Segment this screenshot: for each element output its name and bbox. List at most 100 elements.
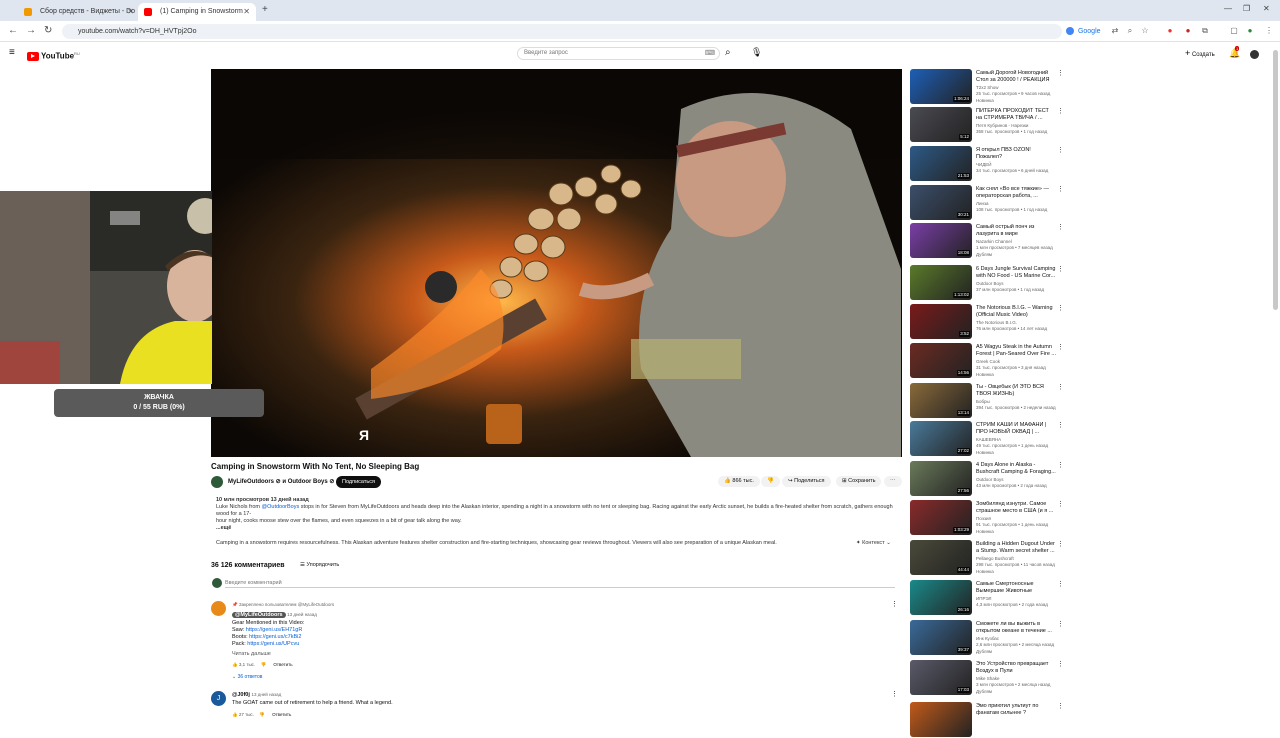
reply-button[interactable]: Ответить [273,662,292,667]
sort-comments-button[interactable]: ☰ Упорядочить [300,561,339,569]
dislike-button[interactable]: 👎 [761,476,780,487]
more-options-icon[interactable]: ⋮ [1057,462,1064,469]
show-more-link[interactable]: ...ещё [216,525,902,532]
more-options-icon[interactable]: ⋮ [1057,266,1064,273]
more-actions-button[interactable]: ⋯ [884,476,902,487]
video-thumbnail[interactable]: 3:52 [910,304,972,339]
reload-icon[interactable]: ↻ [44,25,52,37]
video-title[interactable]: ПИТЕРКА ПРОХОДИТ ТЕСТ на СТРИМЕРА ТВИЧА … [976,108,1056,122]
recommended-video[interactable]: 21:53 Я открыл ПВЗ OZON! Пожалел? ЧИДЕЙ 34 … [910,146,1064,182]
more-options-icon[interactable]: ⋮ [1057,384,1064,391]
account-avatar[interactable] [1250,50,1259,59]
video-thumbnail[interactable]: 44:44 [910,540,972,575]
video-title[interactable]: Сможете ли вы выжить в открытом океане в… [976,621,1056,635]
tab-youtube[interactable]: (1) Camping in Snowstorm ✕ [138,3,256,21]
more-options-icon[interactable]: ⋮ [1057,186,1064,193]
video-thumbnail[interactable]: 5:12 [910,107,972,142]
video-title[interactable]: Building a Hidden Dugout Under a Stump. … [976,541,1056,555]
recommended-video[interactable]: 1:03:29 Зомбилянд изнутри. Самое страшное… [910,500,1064,536]
video-thumbnail[interactable]: 14:56 [910,343,972,378]
commenter-avatar[interactable]: J [211,691,226,706]
recommended-video[interactable]: Эмо приютил ультиут по фанатам сильнее ?… [910,702,1064,738]
minimize-icon[interactable]: — [1224,4,1232,13]
video-thumbnail[interactable]: 27:02 [910,421,972,456]
share-button[interactable]: ↪ Поделиться [782,476,831,487]
recommended-video[interactable]: 18:08 Самый острый понч из лазурита в мир… [910,223,1064,259]
close-icon[interactable]: ✕ [127,3,134,21]
video-title[interactable]: Самый острый понч из лазурита в мире [976,224,1056,238]
video-title[interactable]: The Notorious B.I.G. – Warning (Official… [976,305,1056,319]
video-title[interactable]: Эмо приютил ультиут по фанатам сильнее ? [976,703,1056,717]
video-title[interactable]: СТРИМ КАШИ И МАФАНИ | ПРО НОВЫЙ ОКВАД | … [976,422,1056,436]
replies-toggle[interactable]: ⌄ 36 ответов [232,674,262,681]
comment-menu-icon[interactable]: ⋮ [891,600,898,608]
more-options-icon[interactable]: ⋮ [1057,541,1064,548]
thumbs-down-icon[interactable]: 👎 [259,712,265,717]
new-tab-icon[interactable]: + [262,4,268,15]
add-comment-input[interactable]: Введите комментарий [225,580,895,588]
more-options-icon[interactable]: ⋮ [1057,422,1064,429]
back-icon[interactable]: ← [8,25,18,37]
search-icon[interactable]: ⌕ [725,47,731,58]
more-options-icon[interactable]: ⋮ [1057,108,1064,115]
close-icon[interactable]: ✕ [243,3,250,21]
video-thumbnail[interactable]: 18:08 [910,223,972,258]
channel-avatar[interactable] [211,476,223,488]
channel-name[interactable]: MyLifeOutdoors ⊘ и Outdoor Boys ⊘ [228,479,334,486]
recommended-video[interactable]: 44:44 Building a Hidden Dugout Under a St… [910,540,1064,576]
page-scrollbar[interactable] [1273,50,1278,310]
video-title[interactable]: Зомбилянд изнутри. Самое страшное место … [976,501,1056,515]
video-thumbnail[interactable]: 39:37 [910,620,972,655]
video-thumbnail[interactable]: 27:56 [910,461,972,496]
google-lens-chip[interactable]: Google [1066,25,1101,38]
video-title[interactable]: Самые Смертоносные Вымершие Животные [976,581,1056,595]
notifications-button[interactable]: 🔔 1 [1229,46,1240,58]
more-options-icon[interactable]: ⋮ [1057,621,1064,628]
thumbs-up-icon[interactable]: 👍 [232,712,238,717]
video-title[interactable]: Как снял «Во все тяжкие» — операторская … [976,186,1056,200]
tab-donations[interactable]: Сбор средств - Виджеты - Do ✕ [18,3,140,21]
video-title[interactable]: Самый Дорогой Новогодний Стол за 200000 … [976,70,1056,84]
video-thumbnail[interactable]: 1:06:24 [910,69,972,104]
like-button[interactable]: 👍 866 тыс. [718,476,760,487]
thumbs-down-icon[interactable]: 👎 [260,662,266,667]
subscribe-button[interactable]: Подписаться [336,476,381,488]
video-title[interactable]: Это Устройство превращает Воздух в Пули [976,661,1056,675]
more-options-icon[interactable]: ⋮ [1057,344,1064,351]
sidebar-panel-icon[interactable]: ▢ [1229,26,1239,36]
video-title[interactable]: 4 Days Alone in Alaska - Bushcraft Campi… [976,462,1056,476]
gear-link[interactable]: https://geni.us/c7kBi2 [249,634,301,640]
recommended-video[interactable]: 1:13:02 6 Days Jungle Survival Camping wi… [910,265,1064,301]
recommended-video[interactable]: 27:56 4 Days Alone in Alaska - Bushcraft … [910,461,1064,497]
recommended-video[interactable]: 39:37 Сможете ли вы выжить в открытом оке… [910,620,1064,656]
extension-icon[interactable]: ● [1183,26,1193,36]
bookmark-star-icon[interactable]: ☆ [1140,26,1150,36]
video-thumbnail[interactable]: 1:13:02 [910,265,972,300]
video-title[interactable]: Я открыл ПВЗ OZON! Пожалел? [976,147,1056,161]
recommended-video[interactable]: 14:56 A5 Wagyu Steak in the Autumn Forest… [910,343,1064,379]
recommended-video[interactable]: 17:03 Это Устройство превращает Воздух в … [910,660,1064,696]
more-options-icon[interactable]: ⋮ [1057,581,1064,588]
browser-menu-icon[interactable]: ⋮ [1264,26,1274,36]
recommended-video[interactable]: 27:02 СТРИМ КАШИ И МАФАНИ | ПРО НОВЫЙ ОКВ… [910,421,1064,457]
reply-button[interactable]: Ответить [272,712,291,717]
video-thumbnail[interactable]: 26:16 [910,580,972,615]
video-player[interactable]: Я [211,69,902,457]
thumbs-up-icon[interactable]: 👍 [232,662,238,667]
create-button[interactable]: + Создать [1185,49,1215,60]
hamburger-menu-icon[interactable]: ≡ [9,48,15,58]
extension-icon[interactable]: ● [1165,26,1175,36]
comment-author[interactable]: @MyLifeOutdoors [232,612,286,618]
recommended-video[interactable]: 1:06:24 Самый Дорогой Новогодний Стол за … [910,69,1064,105]
recommended-video[interactable]: 3:52 The Notorious B.I.G. – Warning (Offi… [910,304,1064,340]
more-options-icon[interactable]: ⋮ [1057,147,1064,154]
description-box[interactable]: 10 млн просмотров 13 дней назад Luke Nic… [216,497,902,532]
gear-link[interactable]: https://geni.us/UPcvu [247,641,299,647]
video-title[interactable]: Ты - Овцебык (И ЭТО ВСЯ ТВОЯ ЖИЗНЬ) [976,384,1056,398]
commenter-avatar[interactable] [211,601,226,616]
recommended-video[interactable]: 13:14 Ты - Овцебык (И ЭТО ВСЯ ТВОЯ ЖИЗНЬ)… [910,383,1064,419]
profile-avatar[interactable]: ● [1245,26,1255,36]
search-input[interactable]: Введите запрос ⌨ [517,47,720,60]
gear-link[interactable]: https://geni.us/EH71gR [246,627,303,633]
video-thumbnail[interactable]: 21:53 [910,146,972,181]
